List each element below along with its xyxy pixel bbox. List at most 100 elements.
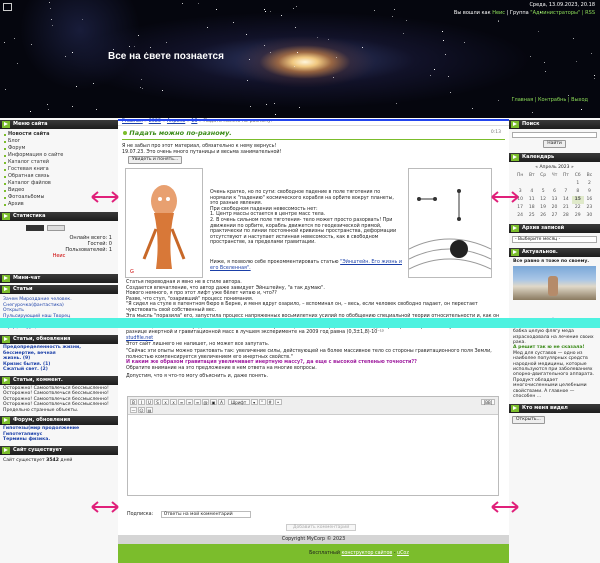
star — [250, 105, 252, 107]
star — [434, 69, 436, 71]
star — [442, 31, 444, 33]
news-block-title: Статьи, обновления — [0, 335, 118, 344]
calendar-day[interactable]: 4 — [526, 188, 537, 196]
italic-button[interactable]: I — [138, 399, 145, 405]
menu-item[interactable]: Каталог статей — [4, 159, 114, 166]
calendar-day[interactable]: 17 — [514, 204, 526, 212]
star — [30, 110, 32, 112]
group-link[interactable]: "Администраторы" — [530, 10, 580, 16]
constructor-link[interactable]: конструктор сайтов — [342, 551, 393, 556]
bb-mode-button[interactable]: [BB] — [481, 399, 495, 405]
color-button[interactable]: A — [218, 399, 225, 405]
star — [463, 41, 465, 43]
calendar-day[interactable]: 11 — [526, 196, 537, 204]
ucoz-link[interactable]: uCoz — [397, 551, 409, 556]
article-ref: Ниже, я позволю себе прокомментировать с… — [210, 260, 402, 271]
right-sidebar: Поиск Найти Календарь « Апрель 2023 » Пн… — [509, 118, 600, 563]
star — [594, 77, 596, 79]
archive-select[interactable]: - Выберите месяц - — [512, 236, 597, 243]
calendar-day[interactable]: 19 — [537, 204, 549, 212]
expand-button[interactable]: Увидеть и понять... — [128, 156, 183, 165]
calendar-day[interactable]: 13 — [549, 196, 560, 204]
menu-item[interactable]: Форум — [4, 145, 114, 152]
calendar-day[interactable]: 27 — [549, 212, 560, 220]
header-nav[interactable]: Главная | Контрабнь | Выход — [511, 97, 588, 103]
align-left-button[interactable]: ≡ — [178, 399, 185, 405]
calendar-day[interactable]: 2 — [584, 180, 595, 188]
calendar-day[interactable]: 16 — [584, 196, 595, 204]
underline-button[interactable]: U — [146, 399, 153, 405]
calendar-day[interactable]: 20 — [549, 204, 560, 212]
search-input[interactable] — [512, 132, 597, 138]
subscribe-select[interactable]: Ответы на мой комментарий — [160, 511, 251, 518]
sup-button[interactable]: x — [170, 399, 177, 405]
menu-item[interactable]: Блог — [4, 138, 114, 145]
align-right-button[interactable]: ≡ — [194, 399, 201, 405]
search-button[interactable]: Найти — [543, 140, 566, 148]
news-item[interactable]: Сжатый свет. (2) — [3, 367, 115, 373]
news-item[interactable]: Предопределенность жизни, бессмертие, ве… — [3, 345, 115, 356]
calendar-day[interactable]: 6 — [549, 188, 560, 196]
calendar-month[interactable]: « Апрель 2023 » — [514, 164, 595, 172]
menu-item[interactable]: Информация о сайте — [4, 152, 114, 159]
star — [295, 27, 297, 29]
comment-editor[interactable]: B I U Sx x ≡ ≡ ≡ @ ▣ A Шрифт ▾ " # • [BB] — ☺ ▤ — [127, 396, 499, 496]
calendar-day[interactable]: 15 — [571, 196, 584, 204]
comment-item[interactable]: Предельно странные объекты. — [3, 408, 115, 414]
bold-button[interactable]: B — [130, 399, 137, 405]
calendar-day[interactable]: 22 — [572, 204, 584, 212]
calendar-day[interactable]: 5 — [537, 188, 549, 196]
calendar-day[interactable]: 8 — [572, 188, 584, 196]
calendar-day[interactable]: 29 — [572, 212, 584, 220]
calendar-day[interactable]: 24 — [514, 212, 526, 220]
font-select[interactable]: Шрифт — [227, 399, 250, 405]
calendar-day[interactable]: 23 — [584, 204, 595, 212]
menu-item[interactable]: Новости сайта — [4, 131, 114, 138]
star — [65, 56, 67, 58]
sub-button[interactable]: x — [162, 399, 169, 405]
star — [141, 79, 143, 81]
calendar-day[interactable]: 9 — [584, 188, 595, 196]
spoiler-button[interactable]: ▤ — [146, 407, 153, 413]
hr-button[interactable]: — — [130, 407, 137, 413]
align-center-button[interactable]: ≡ — [186, 399, 193, 405]
calendar-day[interactable]: 18 — [526, 204, 537, 212]
source-link[interactable]: studfile.net — [126, 336, 153, 341]
quote-button[interactable]: " — [258, 399, 266, 405]
star — [281, 14, 283, 16]
star — [581, 109, 583, 111]
url-button[interactable]: @ — [202, 399, 209, 405]
calendar-day[interactable]: 1 — [572, 180, 584, 188]
calendar-day[interactable]: 25 — [526, 212, 537, 220]
menu-item[interactable]: Гостевая книга — [4, 166, 114, 173]
rss-link[interactable]: | RSS — [582, 10, 595, 16]
strike-button[interactable]: S — [154, 399, 161, 405]
menu-item[interactable]: Обратная связь — [4, 173, 114, 180]
size-button[interactable]: ▾ — [250, 399, 258, 405]
calendar-day[interactable]: 7 — [560, 188, 572, 196]
code-button[interactable]: # — [266, 399, 274, 405]
forum-item[interactable]: Термины физика. — [3, 437, 115, 443]
star — [47, 109, 49, 111]
calendar-day[interactable]: 26 — [537, 212, 549, 220]
home-icon[interactable] — [3, 3, 12, 11]
calendar-day[interactable]: 12 — [537, 196, 549, 204]
star — [150, 47, 152, 49]
menu-item[interactable]: Каталог файлов — [4, 180, 114, 187]
star — [92, 83, 94, 85]
image-button[interactable]: ▣ — [210, 399, 217, 405]
smile-button[interactable]: ☺ — [138, 407, 145, 413]
calendar: « Апрель 2023 » Пн Вт Ср Чт Пт Сб Вс 1 2 3 4 5 6 7 8 9 1… — [509, 162, 600, 222]
username-link[interactable]: Неис — [492, 10, 505, 16]
comment-item[interactable]: Осторожно! Самоотвлечься бессмысленно! — [3, 391, 115, 397]
calendar-day[interactable]: 30 — [584, 212, 595, 220]
calendar-day[interactable]: 14 — [560, 196, 572, 204]
list-button[interactable]: • — [274, 399, 282, 405]
calendar-day[interactable]: 21 — [560, 204, 572, 212]
star — [138, 34, 140, 36]
comment-item[interactable]: Осторожно! Самоотвлечься бессмысленно! — [3, 402, 115, 408]
calendar-day[interactable]: 28 — [560, 212, 572, 220]
add-comment-button[interactable]: Добавить комментарий — [286, 524, 357, 531]
online-user-link[interactable]: Неис — [6, 253, 112, 259]
who-open-button[interactable]: Открыть... — [512, 415, 545, 424]
